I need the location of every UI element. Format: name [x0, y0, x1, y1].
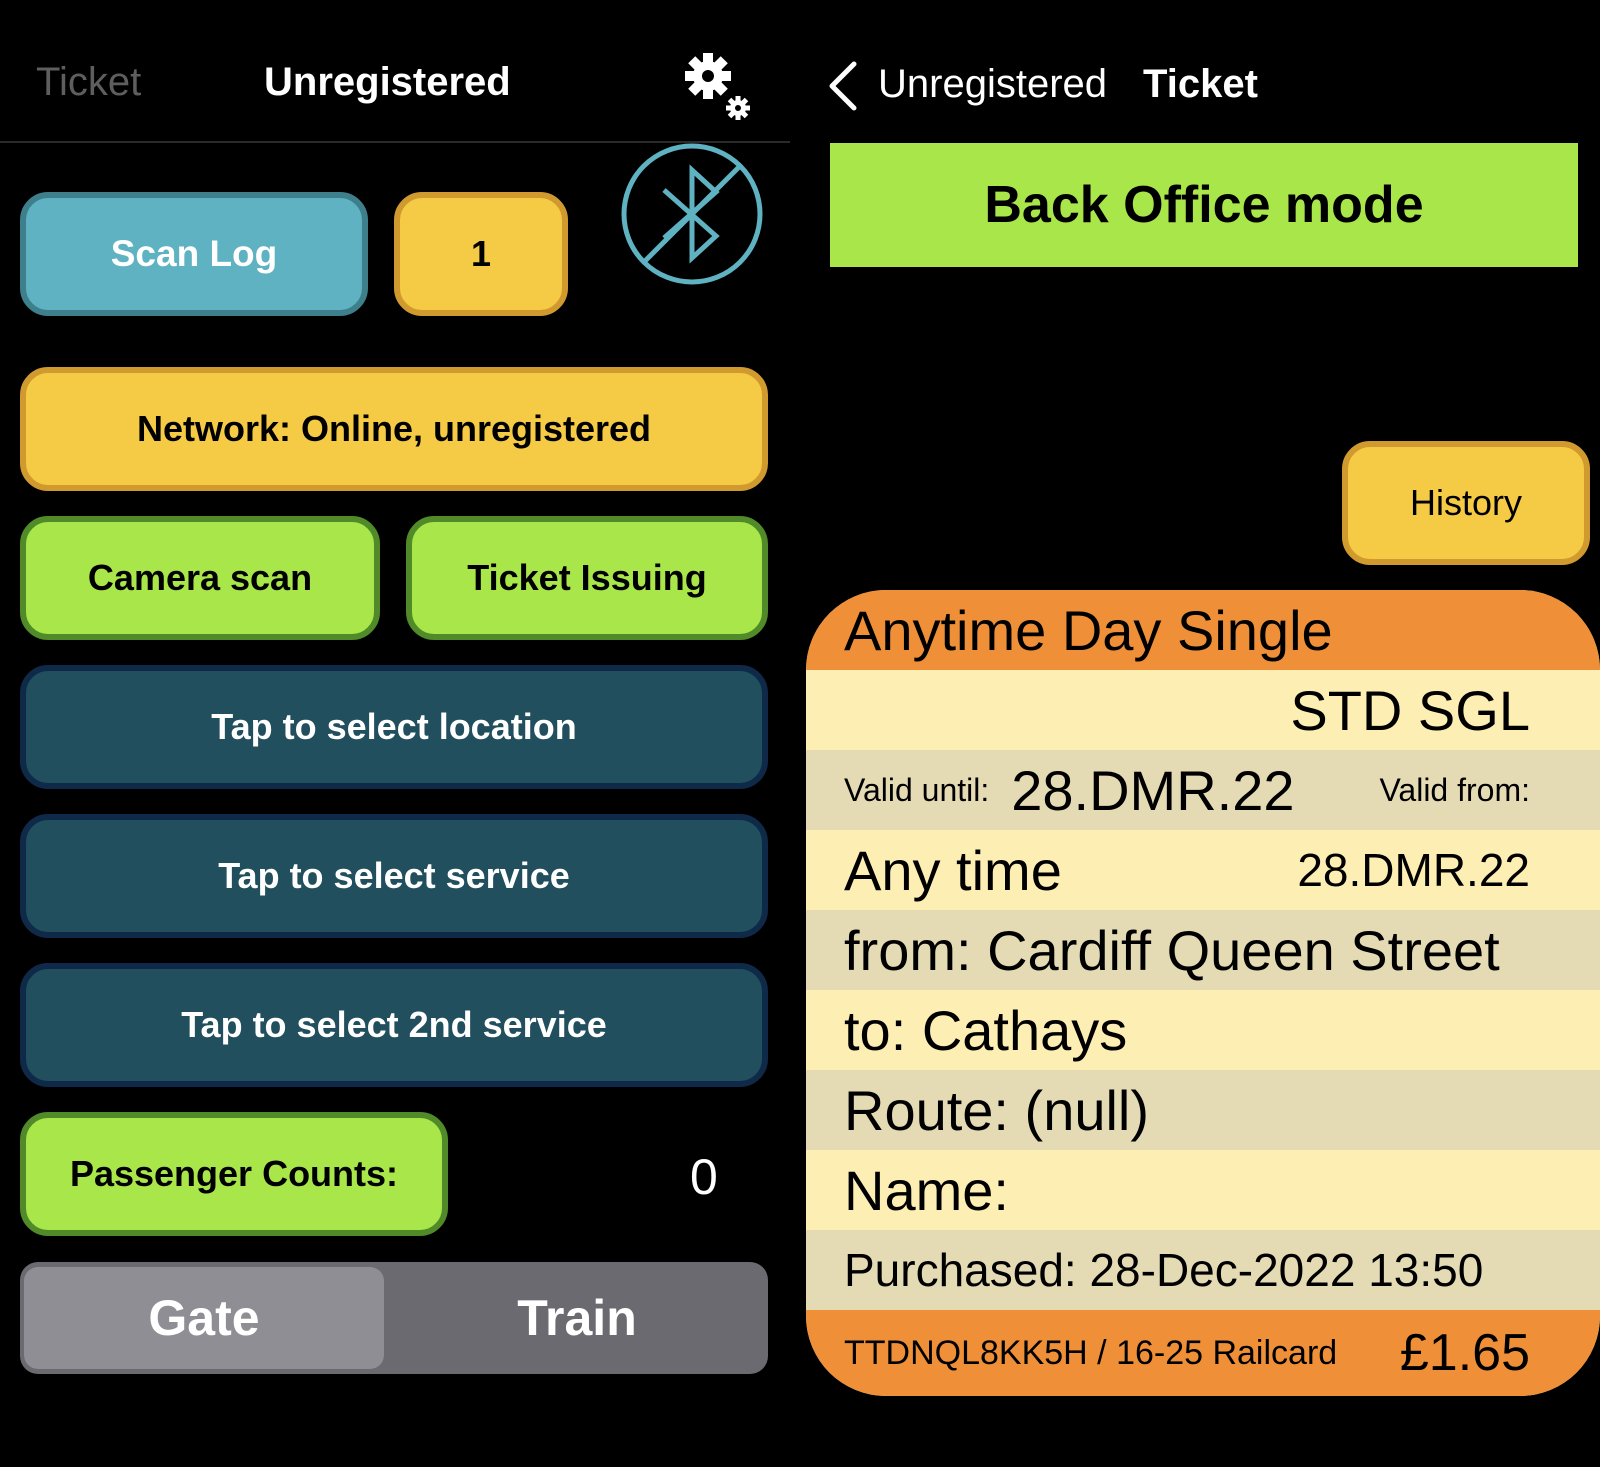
nav-title-ticket: Ticket [1143, 62, 1258, 106]
ticket-price: £1.65 [1399, 1324, 1530, 1382]
nav-back-ticket[interactable]: Ticket [36, 60, 141, 105]
bluetooth-disabled-icon[interactable] [618, 140, 766, 288]
history-button[interactable]: History [1342, 441, 1590, 565]
ticket-origin: from: Cardiff Queen Street [844, 918, 1500, 982]
ticket-footer-row: TTDNQL8KK5H / 16-25 Railcard £1.65 [806, 1310, 1600, 1396]
valid-from-date: 28.DMR.22 [1297, 844, 1530, 896]
passenger-counts-button[interactable]: Passenger Counts: [20, 1112, 448, 1236]
ticket-name-row: Name: [806, 1150, 1600, 1230]
ticket-type: Anytime Day Single [844, 598, 1333, 662]
ticket-type-row: Anytime Day Single [806, 590, 1600, 670]
ticket-route-row: Route: (null) [806, 1070, 1600, 1150]
valid-from-label: Valid from: [1379, 771, 1530, 808]
ticket-time-row: Any time 28.DMR.22 [806, 830, 1600, 910]
ticket-issuing-button[interactable]: Ticket Issuing [406, 516, 768, 640]
ticket-validity-row: Valid until: 28.DMR.22 Valid from: [806, 750, 1600, 830]
ticket-origin-row: from: Cardiff Queen Street [806, 910, 1600, 990]
segment-train[interactable]: Train [390, 1267, 764, 1369]
ticket-route: Route: (null) [844, 1078, 1150, 1142]
scan-count-button[interactable]: 1 [394, 192, 568, 316]
ticket-purchased: Purchased: 28-Dec-2022 13:50 [844, 1244, 1484, 1296]
ticket-destination-row: to: Cathays [806, 990, 1600, 1070]
select-location-button[interactable]: Tap to select location [20, 665, 768, 789]
ticket-reference-railcard: TTDNQL8KK5H / 16-25 Railcard [844, 1333, 1338, 1372]
ticket-card: Anytime Day Single STD SGL Valid until: … [806, 590, 1600, 1396]
ticket-destination: to: Cathays [844, 998, 1128, 1062]
back-office-mode-banner: Back Office mode [830, 143, 1578, 267]
segment-gate[interactable]: Gate [24, 1267, 384, 1369]
select-service-button[interactable]: Tap to select service [20, 814, 768, 938]
ticket-class-code: STD SGL [1290, 678, 1530, 742]
gear-icon[interactable] [682, 50, 754, 126]
select-2nd-service-button[interactable]: Tap to select 2nd service [20, 963, 768, 1087]
time-restriction: Any time [844, 838, 1062, 902]
ticket-name: Name: [844, 1158, 1009, 1222]
valid-until-label: Valid until: [844, 771, 990, 808]
nav-back-unregistered[interactable]: Unregistered [878, 62, 1107, 107]
nav-title: Unregistered [264, 60, 511, 104]
ticket-class-row: STD SGL [806, 670, 1600, 750]
chevron-left-icon[interactable] [826, 60, 860, 112]
ticket-purchased-row: Purchased: 28-Dec-2022 13:50 [806, 1230, 1600, 1310]
valid-until-date: 28.DMR.22 [1011, 758, 1295, 822]
camera-scan-button[interactable]: Camera scan [20, 516, 380, 640]
mode-segmented-control: Gate Train [20, 1262, 768, 1374]
passenger-counts-value: 0 [690, 1149, 718, 1205]
network-status-button[interactable]: Network: Online, unregistered [20, 367, 768, 491]
scan-log-button[interactable]: Scan Log [20, 192, 368, 316]
